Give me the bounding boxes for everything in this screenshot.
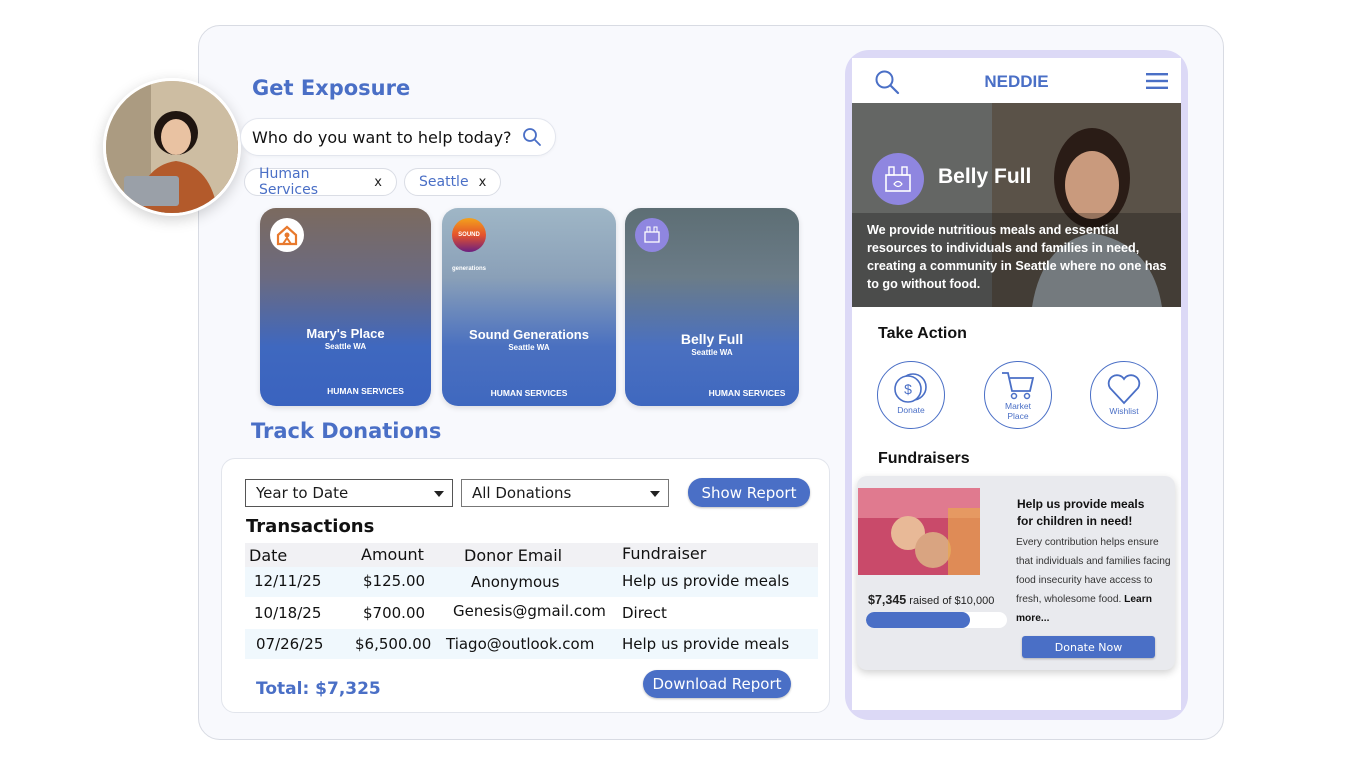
progress-fill	[866, 612, 970, 628]
card-location: Seattle WA	[691, 348, 733, 357]
sound-generations-logo: SOUND generations	[452, 218, 486, 272]
cell-email: Genesis@gmail.com	[453, 602, 606, 620]
card-category: HUMAN SERVICES	[327, 386, 404, 396]
column-header-date: Date	[249, 546, 288, 565]
fundraiser-title: Help us provide meals for children in ne…	[1017, 497, 1145, 528]
transactions-title: Transactions	[246, 516, 375, 537]
donation-type-select[interactable]: All Donations	[461, 479, 669, 507]
phone-screen: NEDDIE Belly Full We provide nutritious …	[852, 58, 1181, 710]
card-org-name: Belly Full	[680, 331, 744, 347]
wishlist-action-label: Wishlist	[1109, 406, 1139, 416]
table-row[interactable]: 07/26/25 $6,500.00 Tiago@outlook.com Hel…	[245, 629, 818, 659]
filter-chip-label: Seattle	[419, 174, 469, 190]
period-select-value: Year to Date	[256, 484, 349, 502]
table-row[interactable]: 12/11/25 $125.00 Anonymous Help us provi…	[245, 567, 818, 597]
cell-amount: $6,500.00	[355, 635, 432, 653]
donate-now-button[interactable]: Donate Now	[1022, 636, 1155, 658]
chevron-down-icon	[434, 491, 444, 497]
search-bar[interactable]: Who do you want to help today?	[240, 118, 556, 156]
cell-email: Tiago@outlook.com	[446, 635, 595, 653]
donations-total: Total: $7,325	[256, 679, 381, 699]
column-header-donor-email: Donor Email	[464, 546, 563, 565]
table-header: Date Amount Donor Email Fundraiser	[245, 543, 818, 567]
belly-full-logo	[635, 218, 669, 252]
market-place-action-label: Market Place	[1005, 401, 1031, 421]
org-hero-banner: Belly Full We provide nutritious meals a…	[852, 103, 1181, 307]
cell-date: 12/11/25	[254, 572, 322, 590]
org-card-marys-place[interactable]: Mary's Place Seattle WA HUMAN SERVICES	[260, 208, 431, 406]
cell-amount: $700.00	[363, 604, 426, 622]
table-row[interactable]: 10/18/25 $700.00 Genesis@gmail.com Direc…	[245, 598, 818, 628]
card-org-name: Sound Generations	[469, 327, 589, 342]
card-location: Seattle WA	[324, 342, 367, 351]
donation-type-select-value: All Donations	[472, 484, 572, 502]
card-category: HUMAN SERVICES	[708, 388, 786, 398]
cell-date: 10/18/25	[254, 604, 322, 622]
hamburger-menu-icon[interactable]	[1146, 72, 1168, 90]
filter-chip-label: Human Services	[259, 166, 319, 198]
chevron-down-icon	[650, 491, 660, 497]
remove-filter-icon[interactable]: x	[479, 175, 487, 190]
section-title-donations: Track Donations	[251, 419, 442, 443]
raised-goal-text: raised of $10,000	[909, 595, 995, 607]
shopping-cart-icon	[1002, 372, 1035, 400]
filter-chip-seattle[interactable]: Seattle x	[404, 168, 501, 196]
app-name: NEDDIE	[984, 72, 1049, 91]
download-report-button[interactable]: Download Report	[643, 670, 791, 698]
show-report-button[interactable]: Show Report	[688, 478, 810, 507]
cell-fundraiser: Direct	[622, 604, 667, 622]
column-header-fundraiser: Fundraiser	[622, 544, 707, 563]
belly-full-logo	[872, 153, 924, 205]
filter-chip-human-services[interactable]: Human Services x	[244, 166, 397, 198]
org-description: We provide nutritious meals and essentia…	[867, 223, 1167, 291]
remove-filter-icon[interactable]: x	[374, 175, 382, 190]
period-select[interactable]: Year to Date	[245, 479, 453, 507]
wishlist-action-button[interactable]: Wishlist	[1090, 361, 1158, 429]
org-card-sound-generations[interactable]: SOUND generations Sound Generations Seat…	[442, 208, 616, 406]
take-action-title: Take Action	[878, 325, 967, 342]
section-title-exposure: Get Exposure	[252, 76, 411, 100]
fundraiser-progress-bar	[866, 612, 1007, 628]
raised-amount: $7,345	[868, 593, 907, 607]
dollar-coin-icon: $	[894, 373, 927, 403]
cell-date: 07/26/25	[256, 635, 324, 653]
fundraisers-title: Fundraisers	[878, 450, 970, 467]
cell-fundraiser: Help us provide meals	[622, 572, 790, 590]
cell-email: Anonymous	[471, 573, 560, 591]
user-avatar	[103, 78, 241, 216]
card-org-name: Mary's Place	[306, 326, 385, 341]
donate-action-button[interactable]: $ Donate	[877, 361, 945, 429]
card-location: Seattle WA	[508, 343, 550, 352]
org-name: Belly Full	[938, 165, 1032, 188]
heart-icon	[1107, 374, 1141, 405]
donate-action-label: Donate	[897, 405, 925, 415]
search-icon[interactable]	[522, 127, 542, 147]
org-card-belly-full[interactable]: Belly Full Seattle WA HUMAN SERVICES	[625, 208, 799, 406]
fundraiser-photo	[858, 488, 980, 575]
cell-amount: $125.00	[363, 572, 426, 590]
market-place-action-button[interactable]: Market Place	[984, 361, 1052, 429]
svg-text:$: $	[904, 381, 912, 397]
cell-fundraiser: Help us provide meals	[622, 635, 790, 653]
column-header-amount: Amount	[361, 545, 424, 564]
card-category: HUMAN SERVICES	[490, 388, 568, 398]
person-photo	[106, 81, 238, 213]
marys-place-logo	[270, 218, 304, 252]
search-input[interactable]: Who do you want to help today?	[252, 128, 512, 147]
fundraiser-card[interactable]: Help us provide meals for children in ne…	[857, 476, 1175, 670]
